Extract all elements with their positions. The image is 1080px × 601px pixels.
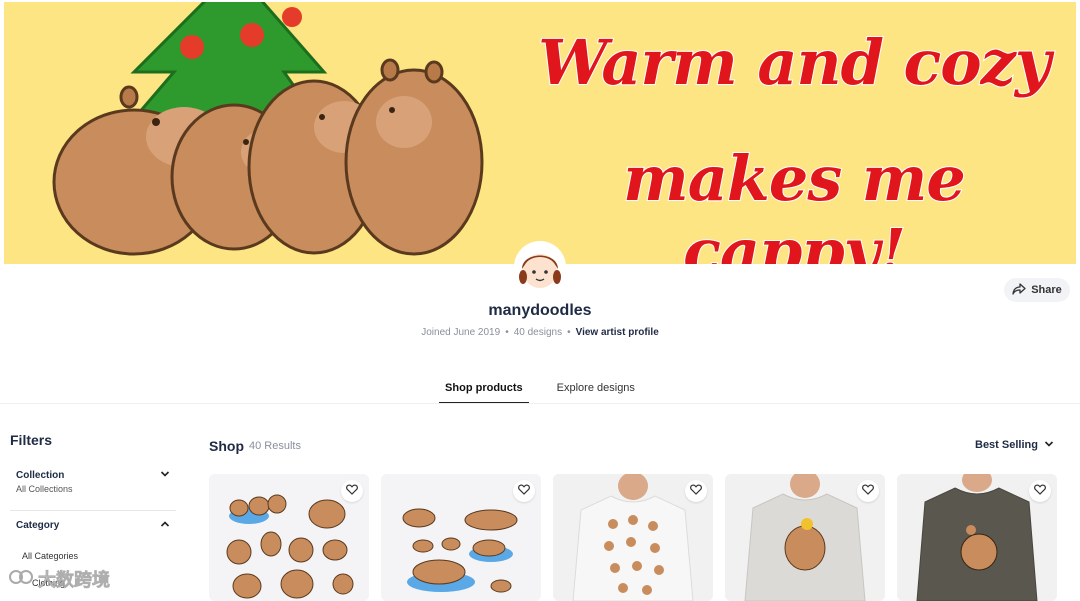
- favorite-button[interactable]: [857, 480, 879, 502]
- filter-collection-value: All Collections: [16, 484, 73, 494]
- favorite-button[interactable]: [1029, 480, 1051, 502]
- heart-icon: [518, 482, 530, 500]
- shop-tabs: Shop products Explore designs: [0, 378, 1080, 404]
- favorite-button[interactable]: [513, 480, 535, 502]
- heart-icon: [690, 482, 702, 500]
- chevron-down-icon: [1044, 439, 1054, 451]
- sort-dropdown[interactable]: Best Selling: [975, 439, 1054, 451]
- artist-name: manydoodles: [488, 302, 592, 319]
- artist-shop-page: Warm and cozy makes me cappy! Share many…: [0, 0, 1080, 601]
- filter-collection-header[interactable]: Collection: [10, 470, 176, 481]
- banner-headline-line1: Warm and cozy: [537, 25, 1052, 100]
- product-card-tshirt-white[interactable]: [553, 474, 713, 601]
- separator-dot: •: [505, 327, 509, 338]
- favorite-button[interactable]: [685, 480, 707, 502]
- shop-title: Shop: [209, 438, 244, 454]
- heart-icon: [346, 482, 358, 500]
- heart-icon: [862, 482, 874, 500]
- watermark-text: 大数跨境: [38, 570, 111, 591]
- product-card-stickers-2[interactable]: [381, 474, 541, 601]
- filter-option-all-categories[interactable]: All Categories: [22, 551, 78, 561]
- share-icon: [1012, 282, 1026, 298]
- sort-label: Best Selling: [975, 439, 1038, 451]
- product-card-tshirt-dark[interactable]: [897, 474, 1057, 601]
- view-artist-profile-link[interactable]: View artist profile: [576, 327, 659, 338]
- filters-title: Filters: [10, 432, 53, 448]
- share-label: Share: [1031, 284, 1062, 296]
- avatar-illustration: [519, 254, 561, 288]
- watermark-logo-icon: [8, 567, 34, 592]
- filter-category-label: Category: [16, 520, 60, 531]
- filter-category-header[interactable]: Category: [10, 520, 176, 531]
- banner-headline-line2: makes me cappy!: [622, 141, 967, 264]
- artist-avatar[interactable]: [514, 241, 566, 293]
- filter-collection[interactable]: Collection All Collections: [10, 470, 176, 494]
- favorite-button[interactable]: [341, 480, 363, 502]
- chevron-down-icon: [160, 470, 170, 481]
- share-button[interactable]: Share: [1004, 278, 1070, 302]
- results-count: 40 Results: [249, 440, 301, 452]
- filter-collection-label: Collection: [16, 470, 65, 481]
- design-count: 40 designs: [513, 327, 563, 338]
- chevron-up-icon: [160, 520, 170, 531]
- filter-divider: [10, 510, 176, 511]
- tab-explore-designs[interactable]: Explore designs: [551, 378, 641, 404]
- tab-shop-products[interactable]: Shop products: [439, 378, 529, 404]
- product-card-stickers-1[interactable]: [209, 474, 369, 601]
- watermark: 大数跨境: [8, 566, 110, 592]
- filter-category[interactable]: Category: [10, 520, 176, 531]
- tabs-divider: [0, 403, 1080, 404]
- shop-banner: Warm and cozy makes me cappy!: [4, 2, 1076, 264]
- artist-meta: Joined June 2019 • 40 designs • View artist …: [0, 327, 1080, 338]
- separator-dot: •: [567, 327, 571, 338]
- joined-date: Joined June 2019: [421, 327, 501, 338]
- heart-icon: [1034, 482, 1046, 500]
- product-card-tshirt-gray[interactable]: [725, 474, 885, 601]
